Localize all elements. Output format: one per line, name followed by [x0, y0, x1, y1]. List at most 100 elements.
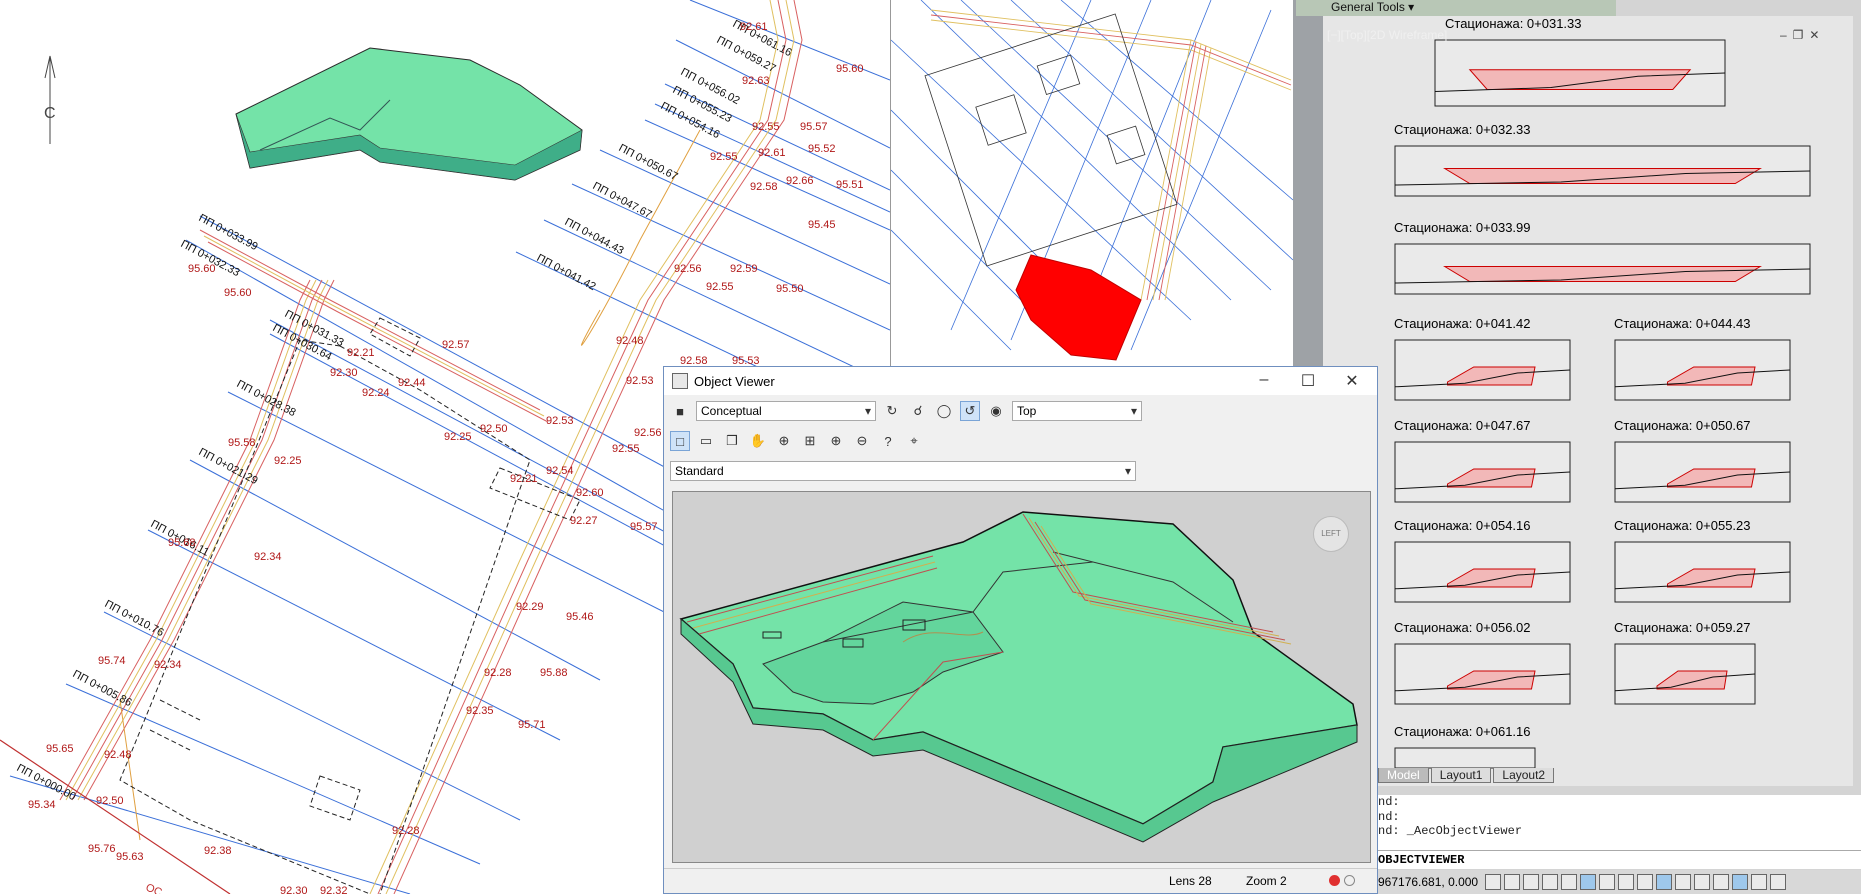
perspective-view-icon[interactable]: ▭ — [696, 431, 716, 451]
save-icon[interactable]: ■ — [670, 401, 690, 421]
elevation-label: 95.52 — [808, 143, 836, 155]
elevation-label: 95.57 — [630, 521, 658, 533]
elevation-label: 92.48 — [616, 335, 644, 347]
station-label: ПП 0+050.67 — [617, 142, 680, 183]
elevation-label: 92.28 — [484, 667, 512, 679]
viewport-label[interactable]: [−][Top][2D Wireframe] — [1327, 28, 1447, 42]
elevation-label: 92.50 — [480, 423, 508, 435]
toolbar-row-2: □ ▭ ❒ ✋ ⊕ ⊞ ⊕ ⊖ ? ⌖ — [670, 429, 924, 453]
maximize-button[interactable]: ☐ — [1288, 371, 1328, 391]
elevation-label: 92.35 — [466, 705, 494, 717]
plan-detail-drawing — [891, 0, 1293, 370]
lineweight-toggle-icon[interactable] — [1618, 874, 1634, 890]
elevation-label: 92.58 — [750, 181, 778, 193]
elevation-label: 92.25 — [444, 431, 472, 443]
object-viewer-window[interactable]: Object Viewer – ☐ ✕ ■ Conceptual ↻ ☌ ◯ ↺… — [663, 366, 1378, 894]
crosshair-icon[interactable] — [1675, 874, 1691, 890]
cross-section-plot — [1434, 39, 1726, 107]
elevation-label: 92.63 — [742, 75, 770, 87]
viewport-window-controls[interactable]: –❐✕ — [1780, 28, 1826, 42]
layout-tabs[interactable]: Model Layout1 Layout2 — [1378, 768, 1556, 784]
gizmo-icon[interactable] — [1713, 874, 1729, 890]
zoom-previous-icon[interactable]: ? — [878, 431, 898, 451]
cross-section-title: Стационажа: 0+044.43 — [1614, 316, 1751, 331]
general-tools-dropdown[interactable]: General Tools ▾ — [1296, 0, 1616, 16]
dynamic-input-icon[interactable] — [1656, 874, 1672, 890]
object-viewer-3d-view[interactable]: LEFT — [672, 491, 1371, 863]
coordinate-readout: 967176.681, 0.000 — [1378, 875, 1479, 889]
command-line[interactable]: OBJECTVIEWER — [1378, 850, 1861, 869]
viewcube[interactable]: LEFT — [1313, 516, 1349, 552]
target-icon[interactable]: ⌖ — [904, 431, 924, 451]
camera-icon[interactable]: ◉ — [986, 401, 1006, 421]
snap-toggle-icon[interactable] — [1523, 874, 1539, 890]
pan-icon[interactable]: ✋ — [748, 431, 768, 451]
otrack-toggle-icon[interactable] — [1599, 874, 1615, 890]
north-arrow — [44, 55, 56, 144]
station-label: ПП 0+044.43 — [563, 216, 626, 257]
elevation-label: 92.21 — [510, 473, 538, 485]
elevation-label: 95.58 — [228, 437, 256, 449]
elevation-label: 92.53 — [626, 375, 654, 387]
cross-section-plot — [1614, 643, 1756, 705]
isolate-objects-icon[interactable] — [1751, 874, 1767, 890]
elevation-label: 95.51 — [836, 179, 864, 191]
polar-toggle-icon[interactable] — [1561, 874, 1577, 890]
view-select[interactable]: Top — [1012, 401, 1142, 421]
elevation-label: 92.24 — [362, 387, 390, 399]
record-icon[interactable] — [1329, 875, 1340, 886]
zoom-extents-icon[interactable]: ⊞ — [800, 431, 820, 451]
free-orbit-icon[interactable]: ◯ — [934, 401, 954, 421]
cross-section-plot — [1614, 541, 1791, 603]
osnap-toggle-icon[interactable] — [1580, 874, 1596, 890]
parallel-view-icon[interactable]: □ — [670, 431, 690, 451]
elevation-label: 92.55 — [752, 121, 780, 133]
elevation-label: 92.55 — [706, 281, 734, 293]
elevation-label: 92.34 — [254, 551, 282, 563]
elevation-label: 92.66 — [786, 175, 814, 187]
station-label: ПП 0+041.42 — [535, 252, 598, 293]
orbit-icon[interactable]: ↻ — [882, 401, 902, 421]
object-viewer-titlebar[interactable]: Object Viewer – ☐ ✕ — [664, 367, 1377, 395]
cross-section-plot — [1614, 441, 1791, 503]
cross-section-title: Стационажа: 0+050.67 — [1614, 418, 1751, 433]
elevation-label: 95.74 — [98, 655, 126, 667]
zoom-in-icon[interactable]: ⊕ — [826, 431, 846, 451]
tab-layout2[interactable]: Layout2 — [1493, 768, 1555, 783]
plan-detail-view[interactable] — [890, 0, 1293, 370]
display-configuration-select[interactable]: Standard — [670, 461, 1136, 481]
status-toggles[interactable] — [1485, 874, 1786, 890]
stop-icon[interactable] — [1344, 875, 1355, 886]
tab-model[interactable]: Model — [1378, 768, 1429, 783]
visual-style-select[interactable]: Conceptual — [696, 401, 876, 421]
cross-section-title: Стационажа: 0+054.16 — [1394, 518, 1531, 533]
zoom-realtime-icon[interactable]: ☌ — [908, 401, 928, 421]
cross-section-plot — [1394, 145, 1811, 197]
elevation-label: 95.60 — [224, 287, 252, 299]
zoom-window-icon[interactable]: ⊕ — [774, 431, 794, 451]
app-icon — [672, 373, 688, 389]
model-toggle-icon[interactable] — [1485, 874, 1501, 890]
cross-section-plot — [1394, 541, 1571, 603]
workspace-gear-icon[interactable] — [1770, 874, 1786, 890]
elevation-label: 95.68 — [168, 537, 196, 549]
ortho-toggle-icon[interactable] — [1542, 874, 1558, 890]
minimize-button[interactable]: – — [1244, 371, 1284, 389]
surface-thumbnail — [235, 47, 583, 181]
zoom-out-icon[interactable]: ⊖ — [852, 431, 872, 451]
tab-layout1[interactable]: Layout1 — [1430, 768, 1492, 783]
shaded-view-icon[interactable]: ❒ — [722, 431, 742, 451]
toolbar-row-3: Standard — [670, 459, 1136, 483]
annotation-scale-icon[interactable] — [1637, 874, 1653, 890]
grid-toggle-icon[interactable] — [1504, 874, 1520, 890]
selection-cycling-icon[interactable] — [1694, 874, 1710, 890]
close-button[interactable]: ✕ — [1332, 371, 1372, 391]
transparency-icon[interactable] — [1732, 874, 1748, 890]
elevation-label: 92.54 — [546, 465, 574, 477]
elevation-label: 92.25 — [274, 455, 302, 467]
elevation-label: 95.45 — [808, 219, 836, 231]
zoom-readout: Zoom 2 — [1246, 874, 1287, 888]
station-label: ПП 0+005.86 — [71, 668, 134, 709]
cross-section-title: Стационажа: 0+041.42 — [1394, 316, 1531, 331]
continuous-orbit-icon[interactable]: ↺ — [960, 401, 980, 421]
